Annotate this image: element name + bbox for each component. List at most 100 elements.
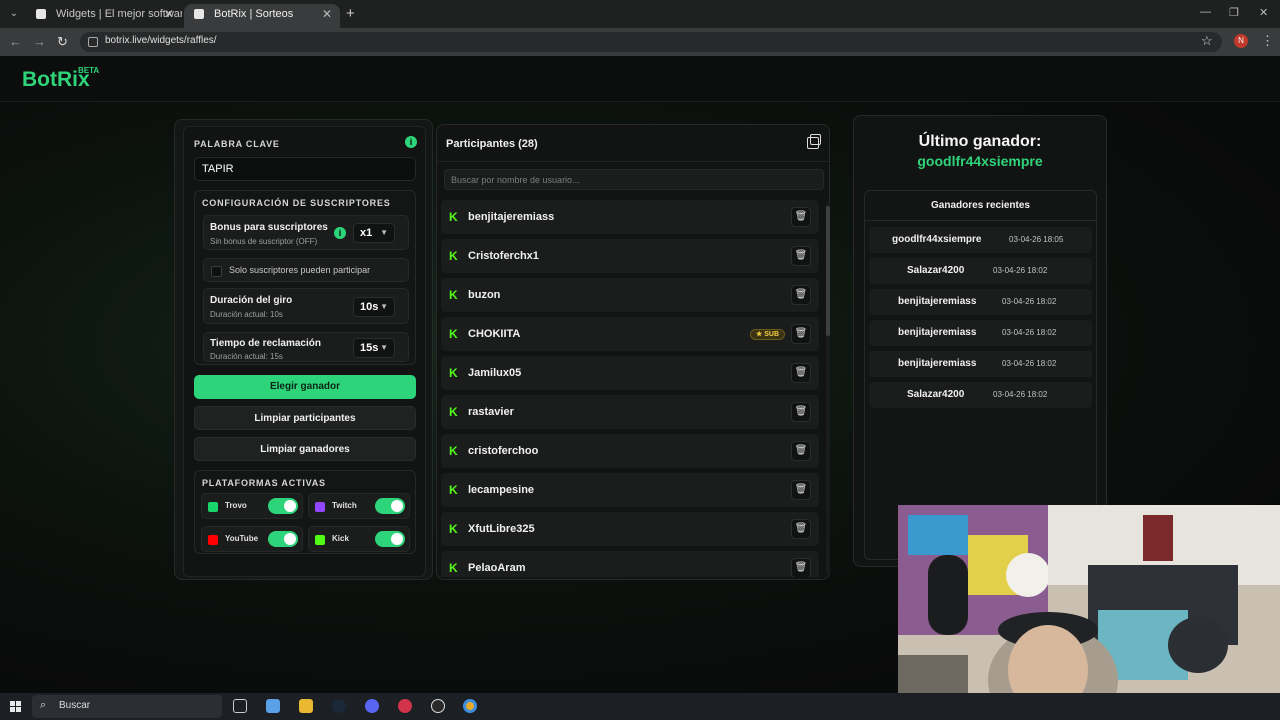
subscribers-only-checkbox[interactable] xyxy=(211,266,222,277)
reload-icon[interactable]: ↻ xyxy=(57,34,68,50)
url-text: botrix.live/widgets/raffles/ xyxy=(105,35,217,46)
active-platforms: PLATAFORMAS ACTIVAS Trovo Twitch YouTube xyxy=(194,470,416,554)
site-info-icon[interactable] xyxy=(88,37,98,47)
trash-icon[interactable]: 🗑 xyxy=(791,480,811,500)
profile-avatar[interactable]: N xyxy=(1234,34,1248,48)
back-arrow-icon[interactable]: ← xyxy=(9,34,22,49)
subscriber-config: CONFIGURACIÓN DE SUSCRIPTORES Bonus para… xyxy=(194,190,416,365)
keyword-label: PALABRA CLAVE xyxy=(194,139,280,149)
participant-row: K buzon 🗑 xyxy=(441,278,819,312)
close-tab-icon[interactable]: ✕ xyxy=(322,4,332,24)
active-platforms-title: PLATAFORMAS ACTIVAS xyxy=(202,478,326,488)
new-tab-button[interactable]: + xyxy=(346,5,355,22)
browser-menu-icon[interactable]: ⋮ xyxy=(1261,33,1274,49)
clear-winners-button[interactable]: Limpiar ganadores xyxy=(194,437,416,461)
keyword-input[interactable]: TAPIR xyxy=(194,157,416,181)
browser-toolbar: ← → ↻ botrix.live/widgets/raffles/ xyxy=(0,28,1280,56)
forward-arrow-icon[interactable]: → xyxy=(33,34,46,49)
winner-date: 03-04-26 18:02 xyxy=(1002,359,1057,368)
trash-icon[interactable]: 🗑 xyxy=(791,285,811,305)
trash-icon[interactable]: 🗑 xyxy=(791,441,811,461)
trash-icon[interactable]: 🗑 xyxy=(791,402,811,422)
windows-taskbar: ⌕ Buscar xyxy=(0,693,1280,720)
subscriber-config-title: CONFIGURACIÓN DE SUSCRIPTORES xyxy=(202,198,391,208)
pick-winner-button[interactable]: Elegir ganador xyxy=(194,375,416,399)
trash-icon[interactable]: 🗑 xyxy=(791,363,811,383)
winner-name: benjitajeremiass xyxy=(898,296,977,307)
recent-winners-title: Ganadores recientes xyxy=(865,191,1096,221)
kick-icon: K xyxy=(449,522,458,536)
trash-icon[interactable]: 🗑 xyxy=(791,207,811,227)
participants-scrollbar[interactable] xyxy=(826,202,830,572)
task-view-icon[interactable] xyxy=(233,699,247,713)
platform-trovo: Trovo xyxy=(201,493,303,519)
kick-toggle[interactable] xyxy=(375,531,405,547)
scrollbar-thumb[interactable] xyxy=(826,206,830,336)
browser-tab-bar: ⌄ Widgets | El mejor software pa ✕ BotRi… xyxy=(0,0,1280,28)
minimize-icon[interactable]: — xyxy=(1200,6,1211,18)
claim-time-select[interactable]: 15s ▼ xyxy=(353,338,395,358)
browser-tab[interactable]: Widgets | El mejor software pa ✕ xyxy=(26,4,182,28)
participant-name: buzon xyxy=(468,289,501,301)
browser-tab-active[interactable]: BotRix | Sorteos ✕ xyxy=(184,4,340,28)
copy-icon[interactable] xyxy=(807,134,821,149)
claim-time-value: 15s xyxy=(360,342,379,354)
participant-search-input[interactable] xyxy=(444,169,824,190)
trash-icon[interactable]: 🗑 xyxy=(791,324,811,344)
microsoft-store-icon[interactable] xyxy=(266,699,280,713)
subscribers-only-row[interactable]: Solo suscriptores pueden participar xyxy=(203,258,409,282)
trovo-toggle[interactable] xyxy=(268,498,298,514)
bonus-multiplier-select[interactable]: x1 ▼ xyxy=(353,223,395,243)
steam-icon[interactable] xyxy=(332,699,346,713)
winner-date: 03-04-26 18:02 xyxy=(1002,297,1057,306)
site-header: BotRix BETA xyxy=(0,56,1280,102)
tab-favicon-icon xyxy=(194,9,204,19)
platform-twitch: Twitch xyxy=(308,493,410,519)
winner-date: 03-04-26 18:05 xyxy=(1009,235,1064,244)
trash-icon[interactable]: 🗑 xyxy=(791,246,811,266)
chevron-down-icon: ▼ xyxy=(380,228,388,237)
last-winner-name: goodlfr44xsiempre xyxy=(917,153,1043,169)
platform-label: Twitch xyxy=(332,501,357,510)
participant-row: K cristoferchoo 🗑 xyxy=(441,434,819,468)
bonus-subtitle: Sin bonus de suscriptor (OFF) xyxy=(210,237,318,246)
file-explorer-icon[interactable] xyxy=(299,699,313,713)
winner-date: 03-04-26 18:02 xyxy=(993,266,1048,275)
kick-icon: K xyxy=(449,561,458,575)
tab-search-button[interactable]: ⌄ xyxy=(6,6,22,22)
winner-name: Salazar4200 xyxy=(907,265,965,276)
winner-name: benjitajeremiass xyxy=(898,327,977,338)
clear-participants-button[interactable]: Limpiar participantes xyxy=(194,406,416,430)
close-tab-icon[interactable]: ✕ xyxy=(164,4,174,24)
winner-row: benjitajeremiass 03-04-26 18:02 xyxy=(869,320,1092,346)
participant-row: K Jamilux05 🗑 xyxy=(441,356,819,390)
participant-row: K rastavier 🗑 xyxy=(441,395,819,429)
address-bar[interactable]: botrix.live/widgets/raffles/ xyxy=(80,32,1222,52)
windows-start-icon[interactable] xyxy=(10,701,21,712)
bookmark-star-icon[interactable]: ☆ xyxy=(1201,33,1213,49)
claim-time-title: Tiempo de reclamación xyxy=(210,338,321,349)
twitch-toggle[interactable] xyxy=(375,498,405,514)
discord-icon[interactable] xyxy=(365,699,379,713)
bonus-info-icon[interactable]: i xyxy=(334,227,346,239)
youtube-toggle[interactable] xyxy=(268,531,298,547)
taskbar-search[interactable]: ⌕ Buscar xyxy=(32,695,222,718)
restore-icon[interactable]: ❐ xyxy=(1229,6,1239,19)
obs-icon[interactable] xyxy=(431,699,445,713)
webcam-overlay xyxy=(898,505,1280,720)
spin-duration-select[interactable]: 10s ▼ xyxy=(353,297,395,317)
info-icon[interactable]: i xyxy=(405,136,417,148)
platform-label: YouTube xyxy=(225,534,259,543)
trash-icon[interactable]: 🗑 xyxy=(791,519,811,539)
trash-icon[interactable]: 🗑 xyxy=(791,558,811,577)
opera-icon[interactable] xyxy=(398,699,412,713)
window-close-icon[interactable]: ✕ xyxy=(1259,6,1268,19)
chrome-icon[interactable] xyxy=(463,699,477,713)
kick-icon xyxy=(315,535,325,545)
last-winner-title: Último ganador: xyxy=(918,133,1042,150)
claim-time-subtitle: Duración actual: 15s xyxy=(210,352,283,361)
participant-name: XfutLibre325 xyxy=(468,523,535,535)
kick-icon: K xyxy=(449,210,458,224)
search-icon: ⌕ xyxy=(40,699,47,711)
spin-duration-row: Duración del giro Duración actual: 10s 1… xyxy=(203,288,409,324)
